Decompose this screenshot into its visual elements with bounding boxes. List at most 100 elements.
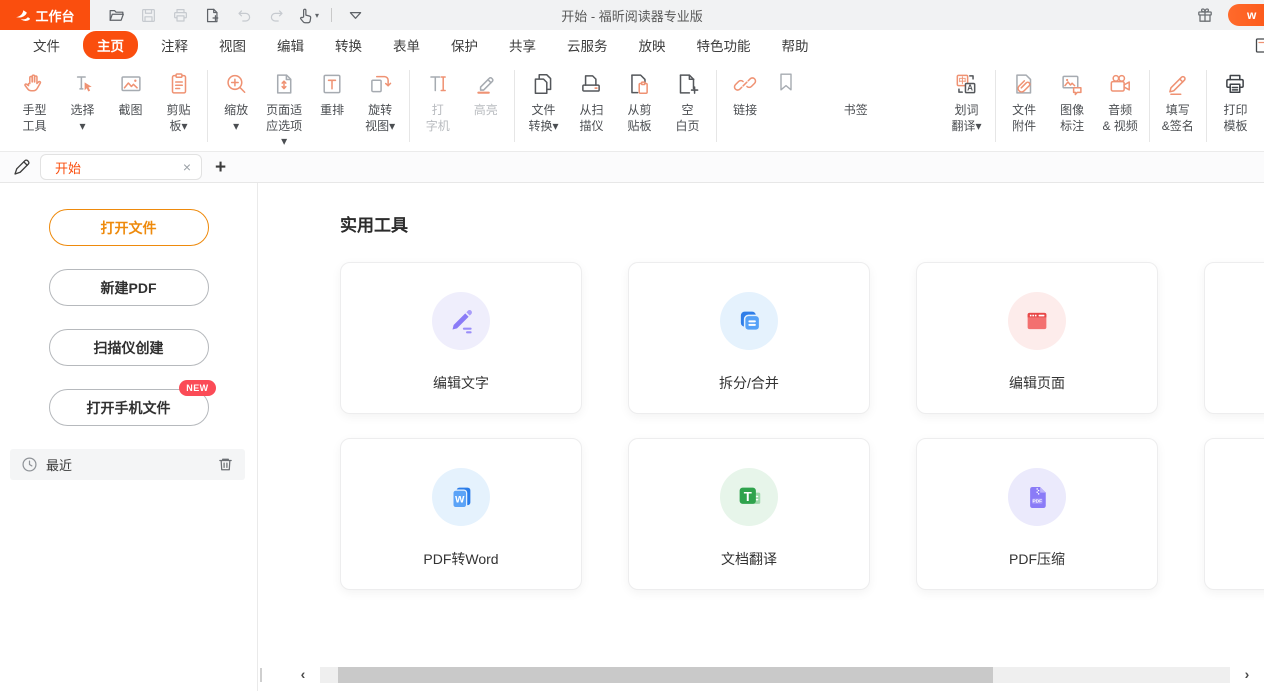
menu-item-9[interactable]: 云服务	[567, 35, 608, 55]
ribbon-button-label: 从剪 贴板	[627, 103, 651, 134]
ribbon-zoom-button[interactable]: 缩放 ▾	[214, 69, 259, 135]
ribbon-blank-page-button[interactable]: 空 白页	[665, 69, 710, 135]
menu-item-8[interactable]: 共享	[509, 35, 536, 55]
tab-label: 开始	[55, 158, 183, 177]
clipboard-icon	[166, 70, 192, 98]
ribbon-button-label: 剪贴 板▾	[166, 103, 190, 134]
menu-item-3[interactable]: 视图	[219, 35, 246, 55]
sidebar-button-1[interactable]: 新建PDF	[49, 269, 209, 306]
tool-icon-circle	[432, 292, 490, 350]
ribbon-group-3: 文件 转换▾从扫 描仪从剪 贴板空 白页	[515, 69, 716, 135]
trash-icon[interactable]	[217, 456, 234, 473]
menu-item-12[interactable]: 帮助	[782, 35, 809, 55]
tool-card-partial[interactable]	[1204, 438, 1264, 590]
tab-close-icon[interactable]: ×	[183, 160, 191, 174]
sidebar-button-2[interactable]: 扫描仪创建	[49, 329, 209, 366]
reflow-icon	[319, 70, 345, 98]
redo-button	[262, 3, 290, 27]
ribbon-button-label: 缩放 ▾	[224, 103, 248, 134]
ribbon-button-label: 页面适 应选项▾	[265, 103, 304, 150]
scrollbar-thumb[interactable]	[338, 667, 993, 683]
scroll-right-arrow[interactable]: ›	[1230, 666, 1264, 683]
audio-video-icon	[1107, 70, 1133, 98]
ribbon-group-1: 缩放 ▾ 页面适 应选项▾重排旋转 视图▾	[208, 69, 409, 151]
ribbon-fill-sign-button[interactable]: 填写 &签名	[1155, 69, 1200, 135]
sidebar-button-0[interactable]: 打开文件	[49, 209, 209, 246]
ribbon-page-fit-button[interactable]: 页面适 应选项▾	[262, 69, 307, 151]
tab-start[interactable]: 开始 ×	[40, 154, 202, 180]
ribbon-image-note-button[interactable]: 图像 标注	[1050, 69, 1095, 135]
dropdown-caret-icon: ▾	[315, 11, 319, 20]
tool-card-pdf-compress[interactable]: PDFPDF压缩	[916, 438, 1158, 590]
recent-row[interactable]: 最近	[10, 449, 245, 480]
sidebar-button-3[interactable]: 打开手机文件NEW	[49, 389, 209, 426]
open-folder-icon	[108, 7, 125, 24]
scroll-left-arrow[interactable]: ‹	[286, 666, 320, 683]
ribbon-group-0: 手型 工具选择 ▾ 截图剪贴 板▾	[6, 69, 207, 135]
ribbon-select-button[interactable]: 选择 ▾	[60, 69, 105, 135]
redo-icon	[268, 7, 285, 24]
workspace-button[interactable]: 工作台	[0, 0, 90, 30]
menu-item-5[interactable]: 转换	[335, 35, 362, 55]
tool-card-label: 编辑文字	[433, 373, 489, 393]
new-tab-button[interactable]: +	[215, 158, 226, 177]
member-button[interactable]: w	[1228, 4, 1264, 26]
tool-card-label: PDF压缩	[1009, 549, 1065, 569]
menu-home-active[interactable]: 主页	[83, 31, 138, 59]
ribbon-hand-button[interactable]: 手型 工具	[12, 69, 57, 135]
select-icon	[70, 70, 96, 98]
tool-card-doc-translate[interactable]: T文档翻译	[628, 438, 870, 590]
ribbon-reflow-button[interactable]: 重排	[310, 69, 355, 120]
ribbon-screenshot-button[interactable]: 截图	[108, 69, 153, 120]
print-icon	[172, 7, 189, 24]
pencil-icon[interactable]	[8, 158, 34, 177]
gift-icon[interactable]	[1196, 6, 1214, 24]
tool-icon-circle	[720, 292, 778, 350]
menu-item-0[interactable]: 文件	[33, 35, 60, 55]
hand-pointer-button[interactable]: ▾	[294, 3, 322, 27]
ribbon-from-clipboard-button[interactable]: 从剪 贴板	[617, 69, 662, 135]
ribbon-highlight-button: 高亮	[463, 69, 508, 120]
ribbon-translate-button[interactable]: 中A划词 翻译▾	[944, 69, 989, 135]
tool-card-edit-page[interactable]: 编辑页面	[916, 262, 1158, 414]
ribbon-attachment-button[interactable]: 文件 附件	[1002, 69, 1047, 135]
ribbon-scanner-button[interactable]: 从扫 描仪	[569, 69, 614, 135]
ribbon-group-4: 链接书签中A划词 翻译▾	[717, 69, 995, 135]
open-folder-button[interactable]	[102, 3, 130, 27]
menu-item-4[interactable]: 编辑	[277, 35, 304, 55]
ribbon-clipboard-button[interactable]: 剪贴 板▾	[156, 69, 201, 135]
ribbon-convert-button[interactable]: 文件 转换▾	[521, 69, 566, 135]
tool-card-edit-text[interactable]: 编辑文字	[340, 262, 582, 414]
bookmark-icon	[774, 70, 938, 98]
tool-icon-circle: w	[432, 468, 490, 526]
ribbon-rotate-view-button[interactable]: 旋转 视图▾	[358, 69, 403, 135]
tool-card-split-merge[interactable]: 拆分/合并	[628, 262, 870, 414]
quick-access-toolbar: ▾	[102, 3, 369, 27]
menu-item-11[interactable]: 特色功能	[697, 35, 751, 55]
tool-card-pdf-to-word[interactable]: wPDF转Word	[340, 438, 582, 590]
ribbon-toolbar: 手型 工具选择 ▾截图剪贴 板▾缩放 ▾页面适 应选项▾重排旋转 视图▾打 字机…	[0, 60, 1264, 152]
ribbon-button-label: 填写 &签名	[1162, 103, 1194, 134]
ribbon-audio-video-button[interactable]: 音频 & 视频	[1098, 69, 1143, 135]
zoom-icon	[223, 70, 249, 98]
ribbon-print-template-button[interactable]: 打印 模板	[1213, 69, 1258, 135]
pane-splitter[interactable]	[260, 668, 262, 682]
foxit-reader-window: 工作台 ▾ 开始 - 福昕阅读器专业版 w 文件主页注释视图编辑转换表单保护共享…	[0, 0, 1264, 691]
ribbon-link-button[interactable]: 链接	[723, 69, 768, 120]
ribbon-button-label: 选择 ▾	[70, 103, 94, 134]
ribbon-button-label: 划词 翻译▾	[951, 103, 981, 134]
tool-card-partial[interactable]	[1204, 262, 1264, 414]
menu-item-10[interactable]: 放映	[639, 35, 666, 55]
scrollbar-track[interactable]	[320, 667, 1230, 683]
edit-text-icon	[446, 306, 476, 336]
horizontal-scrollbar: ‹ ›	[260, 666, 1264, 683]
undo-button	[230, 3, 258, 27]
panel-icon[interactable]	[1255, 37, 1264, 53]
menu-item-6[interactable]: 表单	[393, 35, 420, 55]
menu-item-7[interactable]: 保护	[451, 35, 478, 55]
ribbon-bookmark-button[interactable]: 书签	[771, 69, 941, 120]
new-doc-button[interactable]	[198, 3, 226, 27]
customize-button[interactable]	[341, 3, 369, 27]
save-button	[134, 3, 162, 27]
menu-item-2[interactable]: 注释	[161, 35, 188, 55]
